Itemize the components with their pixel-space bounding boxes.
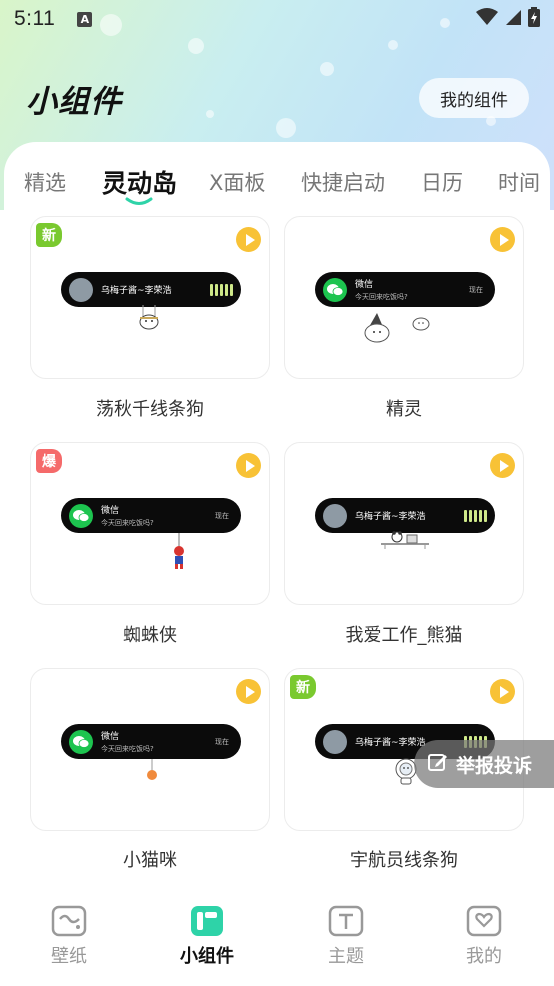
tab-calendar[interactable]: 日历 bbox=[421, 167, 463, 197]
island-preview: 微信 今天回来吃饭吗? 现在 bbox=[61, 724, 241, 759]
report-label: 举报投诉 bbox=[456, 754, 533, 777]
message-title: 微信 bbox=[101, 506, 120, 516]
notification-icon: A bbox=[77, 11, 93, 27]
widget-icon bbox=[189, 904, 225, 938]
battery-icon bbox=[528, 6, 540, 32]
audio-bars-icon bbox=[464, 509, 487, 522]
spiderman-icon bbox=[174, 533, 184, 569]
track-name: 乌梅子酱~李荣浩 bbox=[355, 738, 426, 748]
card-title: 荡秋千线条狗 bbox=[96, 399, 204, 420]
wechat-icon bbox=[69, 729, 93, 754]
message-title: 微信 bbox=[355, 280, 374, 290]
my-widgets-button[interactable]: 我的组件 bbox=[419, 78, 529, 118]
category-tabs: 精选 灵动岛 X面板 快捷启动 日历 时间 bbox=[0, 158, 554, 208]
wifi-icon bbox=[476, 7, 498, 31]
widget-card[interactable]: 微信 今天回来吃饭吗? 现在 bbox=[30, 668, 270, 831]
new-badge: 新 bbox=[290, 675, 316, 699]
edit-icon bbox=[428, 752, 448, 777]
bottom-nav: 壁纸 小组件 主题 我的 bbox=[0, 894, 554, 986]
nav-label: 主题 bbox=[328, 946, 364, 967]
message-time: 现在 bbox=[215, 737, 229, 746]
nav-wallpaper[interactable]: 壁纸 bbox=[29, 904, 109, 968]
avatar bbox=[69, 277, 93, 302]
active-tab-indicator bbox=[125, 197, 153, 205]
island-preview: 微信 今天回来吃饭吗? 现在 bbox=[315, 272, 495, 307]
card-title: 蜘蛛侠 bbox=[123, 625, 177, 646]
track-name: 乌梅子酱~李荣浩 bbox=[355, 512, 426, 522]
nav-label: 小组件 bbox=[180, 946, 234, 967]
play-icon[interactable] bbox=[490, 227, 515, 252]
report-button[interactable]: 举报投诉 bbox=[414, 740, 554, 788]
message-title: 微信 bbox=[101, 732, 120, 742]
status-time: 5:11 bbox=[14, 7, 56, 30]
profile-icon bbox=[466, 904, 502, 938]
widget-card[interactable]: 微信 今天回来吃饭吗? 现在 bbox=[284, 216, 524, 379]
island-preview: 微信 今天回来吃饭吗? 现在 bbox=[61, 498, 241, 533]
kitten-icon bbox=[147, 759, 157, 780]
play-icon[interactable] bbox=[236, 453, 261, 478]
wizard-spirit-icon bbox=[364, 313, 430, 343]
page-title: 小组件 bbox=[26, 84, 122, 120]
new-badge: 新 bbox=[36, 223, 62, 247]
message-body: 今天回来吃饭吗? bbox=[355, 293, 408, 301]
avatar bbox=[323, 729, 347, 754]
tab-time[interactable]: 时间 bbox=[498, 167, 540, 197]
tab-x-panel[interactable]: X面板 bbox=[209, 167, 265, 197]
wechat-icon bbox=[323, 277, 347, 302]
widget-card[interactable]: 爆 微信 今天回来吃饭吗? 现在 bbox=[30, 442, 270, 605]
audio-bars-icon bbox=[210, 283, 233, 296]
card-title: 小猫咪 bbox=[123, 850, 177, 871]
tab-quick-launch[interactable]: 快捷启动 bbox=[301, 167, 385, 197]
play-icon[interactable] bbox=[490, 453, 515, 478]
wallpaper-icon bbox=[51, 904, 87, 938]
play-icon[interactable] bbox=[236, 227, 261, 252]
card-title: 我爱工作_熊猫 bbox=[345, 625, 463, 646]
hot-badge: 爆 bbox=[36, 449, 62, 473]
card-title: 精灵 bbox=[386, 399, 422, 420]
play-icon[interactable] bbox=[236, 679, 261, 704]
widget-card[interactable]: 新 乌梅子酱~李荣浩 bbox=[30, 216, 270, 379]
signal-icon bbox=[504, 7, 522, 31]
theme-icon bbox=[328, 904, 364, 938]
nav-profile[interactable]: 我的 bbox=[444, 904, 524, 968]
tab-dynamic-island[interactable]: 灵动岛 bbox=[102, 164, 177, 200]
track-name: 乌梅子酱~李荣浩 bbox=[101, 286, 172, 296]
message-time: 现在 bbox=[469, 285, 483, 294]
play-icon[interactable] bbox=[490, 679, 515, 704]
swinging-dog-icon bbox=[139, 305, 159, 330]
nav-widgets[interactable]: 小组件 bbox=[167, 904, 247, 968]
island-preview: 乌梅子酱~李荣浩 bbox=[61, 272, 241, 307]
wechat-icon bbox=[69, 503, 93, 528]
nav-themes[interactable]: 主题 bbox=[306, 904, 386, 968]
nav-label: 壁纸 bbox=[51, 946, 87, 967]
message-body: 今天回来吃饭吗? bbox=[101, 745, 154, 753]
nav-label: 我的 bbox=[466, 946, 502, 967]
island-preview: 乌梅子酱~李荣浩 bbox=[315, 498, 495, 533]
message-body: 今天回来吃饭吗? bbox=[101, 519, 154, 527]
working-panda-icon bbox=[381, 531, 429, 549]
message-time: 现在 bbox=[215, 511, 229, 520]
card-title: 宇航员线条狗 bbox=[350, 850, 458, 871]
avatar bbox=[323, 503, 347, 528]
widget-card[interactable]: 乌梅子酱~李荣浩 bbox=[284, 442, 524, 605]
status-bar: 5:11 A bbox=[0, 0, 554, 38]
tab-featured[interactable]: 精选 bbox=[24, 167, 66, 197]
